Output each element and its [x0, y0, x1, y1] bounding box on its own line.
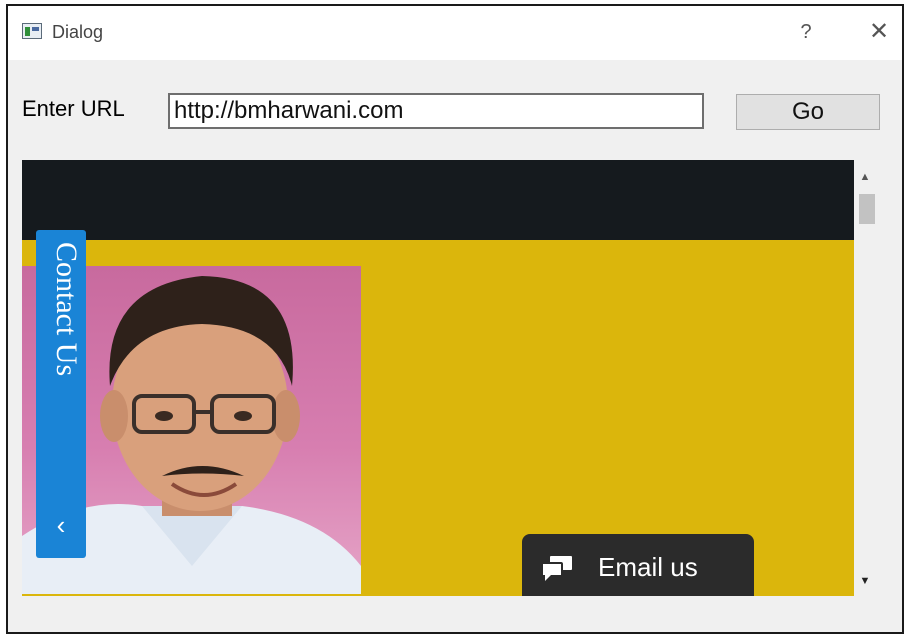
site-header-bar [22, 160, 854, 240]
title-bar: Dialog ? ✕ [8, 6, 902, 60]
vertical-scrollbar[interactable]: ▲ ▼ [856, 166, 875, 596]
contact-us-label: Contact Us [50, 242, 83, 377]
app-window-icon [22, 23, 42, 39]
scroll-up-arrow-icon[interactable]: ▲ [856, 168, 874, 186]
close-button[interactable]: ✕ [864, 18, 894, 46]
url-label: Enter URL [22, 96, 125, 121]
contact-us-tab[interactable]: Contact Us ‹ [36, 230, 86, 558]
web-view[interactable]: Contact Us ‹ Email us [22, 160, 854, 596]
go-button[interactable]: Go [736, 94, 880, 130]
scrollbar-thumb[interactable] [859, 194, 875, 224]
help-button[interactable]: ? [794, 18, 818, 46]
dialog-window: Dialog ? ✕ Enter URL Go [6, 4, 904, 634]
email-us-button[interactable]: Email us [522, 534, 754, 596]
email-us-label: Email us [598, 552, 698, 582]
chevron-left-icon: ‹ [56, 510, 66, 540]
window-title: Dialog [52, 22, 104, 42]
chat-bubbles-icon [541, 556, 572, 581]
url-input[interactable] [168, 93, 704, 129]
scroll-down-arrow-icon[interactable]: ▼ [856, 572, 874, 590]
